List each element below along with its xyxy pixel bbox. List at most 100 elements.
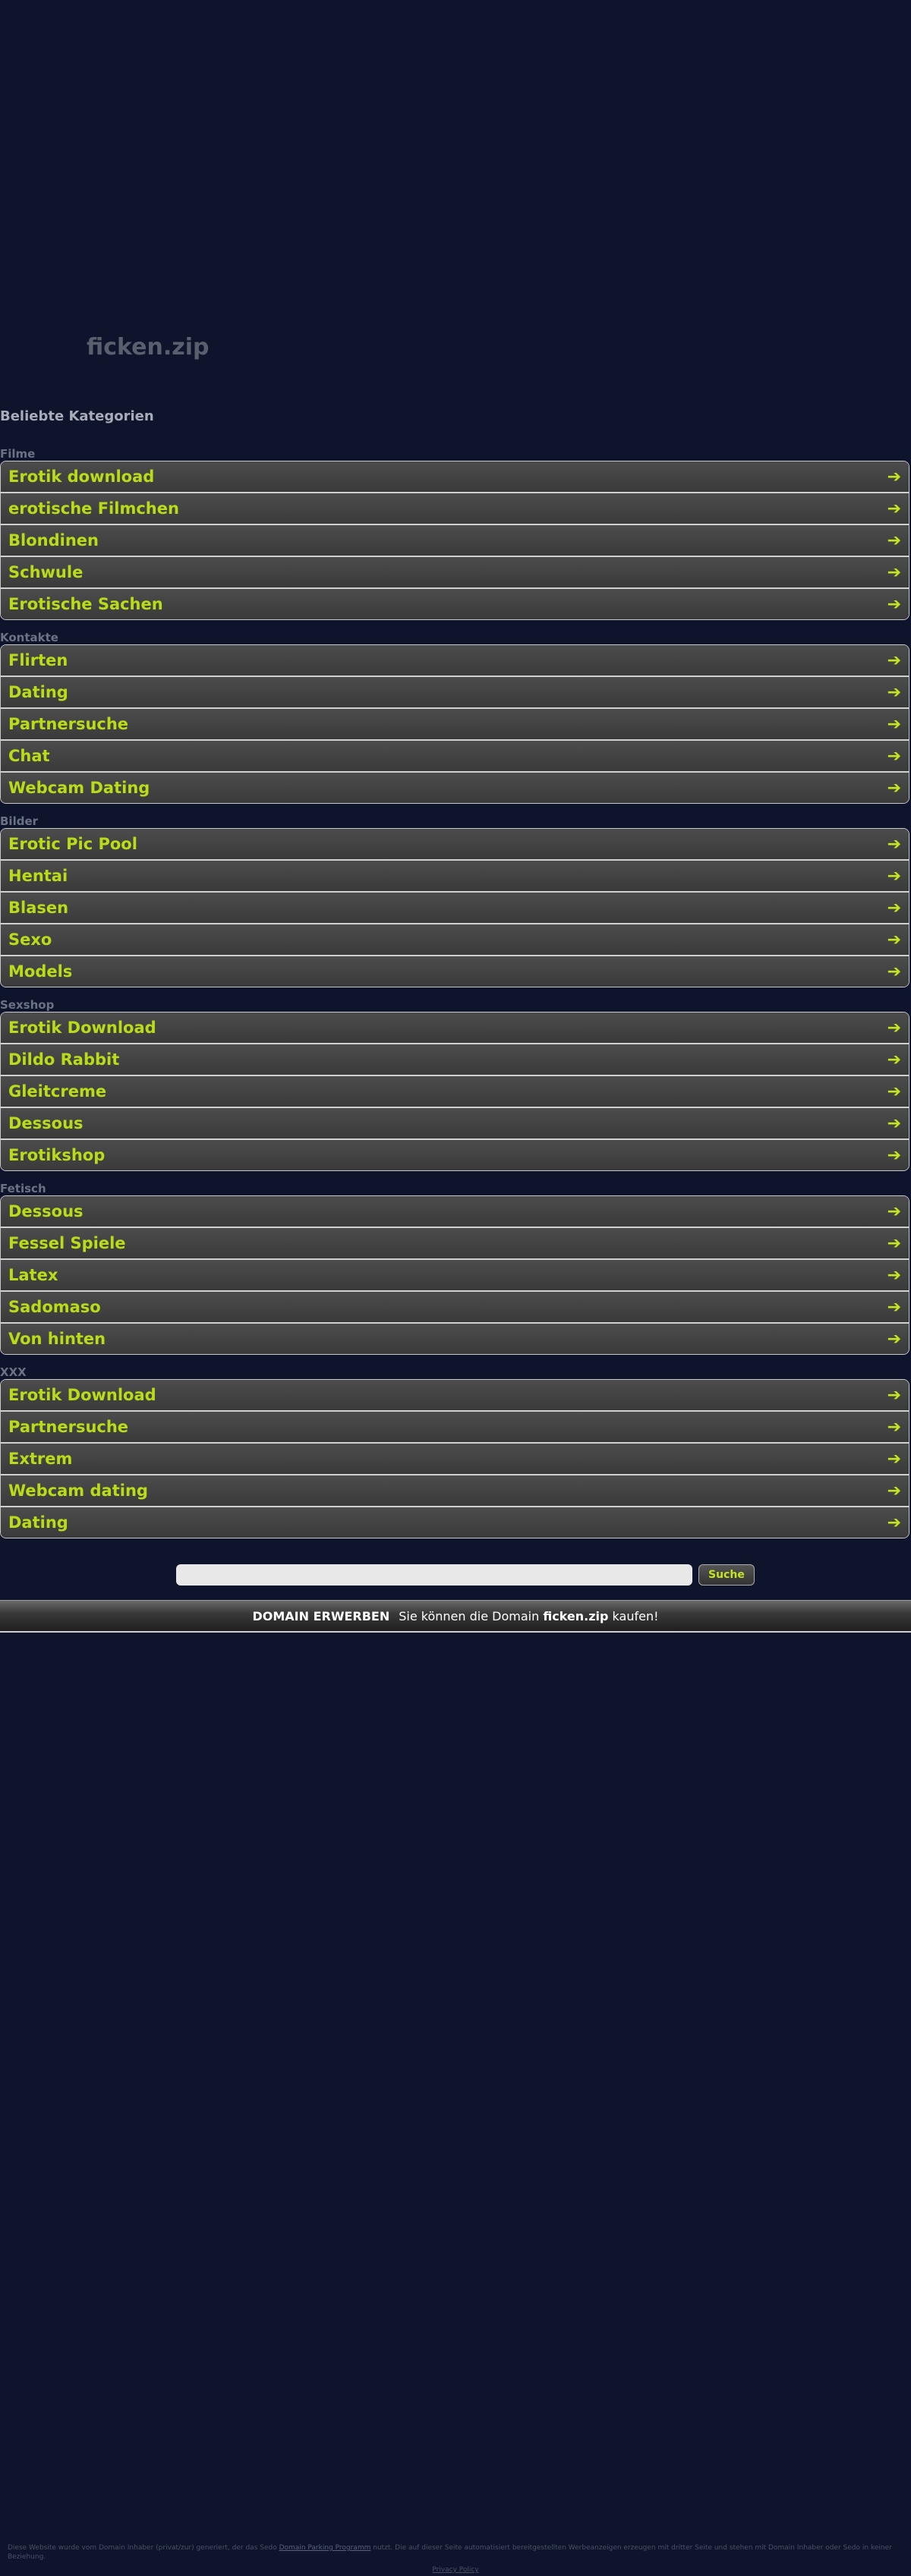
category-link[interactable]: Dessous ➔ (1, 1108, 909, 1140)
category-link-label: Partnersuche (8, 715, 129, 733)
category-link-label: Webcam Dating (8, 779, 150, 797)
arrow-right-icon: ➔ (887, 746, 901, 766)
category-link[interactable]: Erotik Download ➔ (1, 1380, 909, 1412)
category-link-label: Sexo (8, 931, 52, 949)
category-title: Sexshop (0, 998, 55, 1012)
category-title: XXX (0, 1365, 27, 1379)
category-link-label: Sadomaso (8, 1298, 101, 1316)
arrow-right-icon: ➔ (887, 1449, 901, 1469)
buy-domain-text-before: Sie können die Domain (399, 1608, 540, 1623)
category-link[interactable]: Blondinen ➔ (1, 525, 909, 557)
arrow-right-icon: ➔ (887, 778, 901, 798)
category-link-label: Extrem (8, 1450, 73, 1468)
category-link[interactable]: Erotikshop ➔ (1, 1140, 909, 1170)
disclaimer-text: Diese Website wurde vom Domain Inhaber (… (8, 2544, 277, 2552)
arrow-right-icon: ➔ (887, 531, 901, 550)
footer-disclaimer: Diese Website wurde vom Domain Inhaber (… (8, 2543, 903, 2562)
arrow-right-icon: ➔ (887, 594, 901, 614)
category-link[interactable]: Von hinten ➔ (1, 1324, 909, 1354)
category-link[interactable]: Erotische Sachen ➔ (1, 589, 909, 619)
category-link[interactable]: Fessel Spiele ➔ (1, 1228, 909, 1260)
category-link[interactable]: Models ➔ (1, 956, 909, 987)
arrow-right-icon: ➔ (887, 1513, 901, 1532)
category-link-label: Erotic Pic Pool (8, 835, 137, 853)
category-title: Fetisch (0, 1182, 46, 1195)
arrow-right-icon: ➔ (887, 1113, 901, 1133)
category-link-label: Schwule (8, 563, 84, 581)
privacy-policy-link[interactable]: Privacy Policy (0, 2566, 911, 2574)
arrow-right-icon: ➔ (887, 1145, 901, 1165)
category-link[interactable]: Partnersuche ➔ (1, 1412, 909, 1444)
category-groups: Filme Erotik download ➔ erotische Filmche… (0, 448, 911, 1550)
arrow-right-icon: ➔ (887, 1233, 901, 1253)
category-link[interactable]: Latex ➔ (1, 1260, 909, 1292)
category-link[interactable]: Sexo ➔ (1, 924, 909, 956)
category-link[interactable]: Webcam Dating ➔ (1, 773, 909, 803)
category-link[interactable]: Dating ➔ (1, 677, 909, 709)
category-link-label: erotische Filmchen (8, 499, 179, 518)
category-link[interactable]: Hentai ➔ (1, 861, 909, 893)
parking-program-link[interactable]: Domain Parking Programm (279, 2544, 371, 2552)
arrow-right-icon: ➔ (887, 1329, 901, 1349)
arrow-right-icon: ➔ (887, 1385, 901, 1405)
category-link-label: Erotische Sachen (8, 595, 163, 613)
category-link[interactable]: Sadomaso ➔ (1, 1292, 909, 1324)
category-link[interactable]: Dildo Rabbit ➔ (1, 1044, 909, 1076)
category-link[interactable]: Gleitcreme ➔ (1, 1076, 909, 1108)
category-link[interactable]: Chat ➔ (1, 741, 909, 773)
category-group-sexshop: Sexshop Erotik Download ➔ Dildo Rabbit ➔ G… (0, 999, 911, 1171)
arrow-right-icon: ➔ (887, 650, 901, 670)
category-link[interactable]: Dessous ➔ (1, 1196, 909, 1228)
buy-domain-bar[interactable]: DOMAIN ERWERBEN Sie können die Domain fi… (0, 1600, 911, 1633)
category-link[interactable]: Partnersuche ➔ (1, 709, 909, 741)
category-link[interactable]: Flirten ➔ (1, 645, 909, 677)
buy-domain-text-after: kaufen! (612, 1608, 659, 1623)
arrow-right-icon: ➔ (887, 1265, 901, 1285)
category-list: Erotik download ➔ erotische Filmchen ➔ Blo… (0, 461, 909, 620)
arrow-right-icon: ➔ (887, 499, 901, 518)
category-link-label: Erotik download (8, 468, 155, 486)
category-link-label: Von hinten (8, 1330, 106, 1348)
category-link[interactable]: Schwule ➔ (1, 557, 909, 589)
arrow-right-icon: ➔ (887, 1297, 901, 1317)
category-list: Dessous ➔ Fessel Spiele ➔ Latex ➔ Sadomaso ➔… (0, 1195, 909, 1355)
category-link[interactable]: Erotik Download ➔ (1, 1012, 909, 1044)
category-group-kontakte: Kontakte Flirten ➔ Dating ➔ Partnersuche ➔ … (0, 631, 911, 804)
category-link[interactable]: Webcam dating ➔ (1, 1475, 909, 1507)
search-input[interactable] (176, 1564, 692, 1586)
category-link-label: Dating (8, 1513, 68, 1532)
category-link-label: Flirten (8, 651, 68, 669)
category-link[interactable]: erotische Filmchen ➔ (1, 493, 909, 525)
category-link[interactable]: Erotik download ➔ (1, 461, 909, 493)
category-link-label: Erotik Download (8, 1019, 156, 1037)
category-link-label: Chat (8, 747, 50, 765)
category-link-label: Dessous (8, 1114, 84, 1132)
buy-domain-name: ficken.zip (543, 1608, 609, 1623)
arrow-right-icon: ➔ (887, 682, 901, 702)
category-link[interactable]: Erotic Pic Pool ➔ (1, 829, 909, 861)
category-list: Erotik Download ➔ Partnersuche ➔ Extrem ➔ W… (0, 1379, 909, 1538)
popular-categories-heading: Beliebte Kategorien (0, 408, 154, 424)
category-link[interactable]: Blasen ➔ (1, 893, 909, 924)
arrow-right-icon: ➔ (887, 714, 901, 734)
category-group-fetisch: Fetisch Dessous ➔ Fessel Spiele ➔ Latex ➔ S… (0, 1183, 911, 1355)
arrow-right-icon: ➔ (887, 1050, 901, 1069)
category-link-label: Blondinen (8, 531, 99, 550)
category-link-label: Partnersuche (8, 1418, 129, 1436)
arrow-right-icon: ➔ (887, 1201, 901, 1221)
category-title: Kontakte (0, 631, 58, 644)
arrow-right-icon: ➔ (887, 467, 901, 487)
arrow-right-icon: ➔ (887, 898, 901, 918)
category-link[interactable]: Extrem ➔ (1, 1444, 909, 1475)
buy-domain-cta[interactable]: DOMAIN ERWERBEN (252, 1609, 389, 1623)
category-list: Erotic Pic Pool ➔ Hentai ➔ Blasen ➔ Sexo ➔ M… (0, 828, 909, 987)
arrow-right-icon: ➔ (887, 962, 901, 981)
category-link[interactable]: Dating ➔ (1, 1507, 909, 1538)
search-button[interactable]: Suche (698, 1564, 755, 1586)
category-list: Flirten ➔ Dating ➔ Partnersuche ➔ Chat ➔ Web… (0, 644, 909, 804)
arrow-right-icon: ➔ (887, 562, 901, 582)
category-link-label: Gleitcreme (8, 1082, 107, 1101)
category-group-filme: Filme Erotik download ➔ erotische Filmche… (0, 448, 911, 620)
category-title: Filme (0, 447, 36, 461)
category-title: Bilder (0, 814, 39, 828)
